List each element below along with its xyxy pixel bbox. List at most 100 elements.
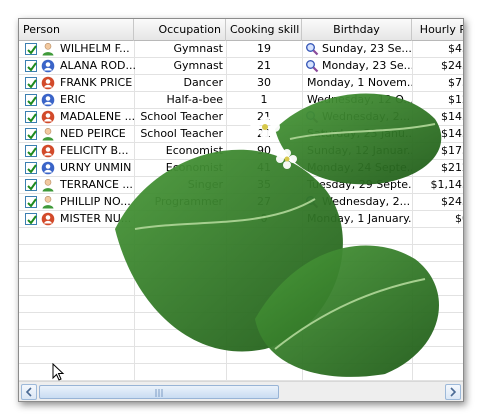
table-row[interactable]: WILHELM F...Gymnast19Sunday, 23 Se...$45 <box>19 41 463 58</box>
cell-birthday: Sunday, 12 Januar... <box>307 144 412 157</box>
mouse-cursor-icon <box>52 363 65 381</box>
row-checkbox[interactable] <box>25 196 37 208</box>
cell-hourly-rate: $0 <box>455 212 463 225</box>
checkmark-icon <box>27 215 37 225</box>
cell-occupation: Economist <box>165 144 223 157</box>
cell-cooking-skill: 35 <box>257 178 271 191</box>
person-green-icon <box>42 179 54 192</box>
column-header-person[interactable]: Person <box>19 19 134 41</box>
table-row[interactable]: PHILLIP NO... Programmer 27 Wednesday, 2...… <box>19 194 463 211</box>
person-red-icon <box>41 212 55 226</box>
column-header-hourly-rate[interactable]: Hourly R <box>412 19 463 41</box>
cell-occupation: Economist <box>165 161 223 174</box>
empty-row <box>19 262 463 279</box>
column-header-cooking-skill[interactable]: Cooking skill <box>226 19 302 41</box>
cell-occupation: Singer <box>187 178 223 191</box>
table-row[interactable]: ALANA ROD... Gymnast 21 Monday, 23 Se... $24… <box>19 58 463 75</box>
column-header-birthday[interactable]: Birthday <box>302 19 412 41</box>
row-checkbox[interactable] <box>25 162 37 174</box>
column-header-occupation[interactable]: Occupation <box>134 19 226 41</box>
person-blue-icon <box>41 93 55 107</box>
cell-birthday: Tuesday, 29 Septe... <box>307 178 412 191</box>
cell-occupation: Dancer <box>183 76 223 89</box>
cell-hourly-rate: $175 <box>441 144 463 157</box>
chevron-right-icon <box>450 387 457 397</box>
scrollbar-thumb[interactable] <box>39 385 279 399</box>
cell-occupation <box>134 211 226 227</box>
checkmark-icon <box>27 181 37 191</box>
cell-hourly-rate: $245 <box>441 59 463 72</box>
table-row[interactable]: FELICITY B... Economist 90 Sunday, 12 Janua… <box>19 143 463 160</box>
cell-cooking-skill: 0 <box>260 212 268 225</box>
cell-occupation: Half-a-bee <box>166 93 223 106</box>
cell-hourly-rate: $75 <box>448 76 463 89</box>
cell-birthday: Monday, 1 Novem... <box>307 76 412 89</box>
table-row[interactable]: NED PEIRCE School Teacher 21 Saturday, 23 J… <box>19 126 463 143</box>
empty-row <box>19 279 463 296</box>
cell-birthday: Monday, 1 January... <box>307 212 412 225</box>
checkmark-icon <box>27 198 37 208</box>
cell-birthday: Sunday, 23 Se... <box>322 42 412 55</box>
checkmark-icon <box>27 79 37 89</box>
scroll-left-button[interactable] <box>21 384 37 400</box>
cell-birthday: Wednesday, 12 O... <box>307 93 412 106</box>
person-red-icon <box>41 110 55 124</box>
horizontal-scrollbar[interactable] <box>19 381 463 401</box>
person-green-icon <box>42 128 54 141</box>
table-row[interactable]: ERICHalf-a-bee1Wednesday, 12 O...$12 <box>19 92 463 109</box>
row-checkbox[interactable] <box>25 94 37 106</box>
checkmark-icon <box>27 164 37 174</box>
cell-occupation: Gymnast <box>173 42 223 55</box>
person-red-icon <box>41 76 55 90</box>
empty-row <box>19 296 463 313</box>
row-checkbox[interactable] <box>25 128 37 140</box>
cell-cooking-skill: 21 <box>257 59 271 72</box>
cell-hourly-rate: $145 <box>441 127 463 140</box>
empty-row <box>19 347 463 364</box>
cell-cooking-skill: 21 <box>257 110 271 123</box>
table-row[interactable]: FRANK PRICEDancer30Monday, 1 Novem...$75 <box>19 75 463 92</box>
cell-cooking-skill: 27 <box>257 195 271 208</box>
object-list-view: Person Occupation Cooking skill Birthday… <box>18 18 464 402</box>
magnifier-icon <box>306 43 319 56</box>
scroll-right-button[interactable] <box>445 384 461 400</box>
cell-cooking-skill: 41 <box>257 161 271 174</box>
person-red-icon <box>41 144 55 158</box>
cell-cooking-skill: 90 <box>257 144 271 157</box>
row-checkbox[interactable] <box>25 179 37 191</box>
checkmark-icon <box>27 96 37 106</box>
empty-row <box>19 313 463 330</box>
checkmark-icon <box>27 62 37 72</box>
column-header-bar: Person Occupation Cooking skill Birthday… <box>19 19 463 41</box>
empty-row <box>19 245 463 262</box>
person-blue-icon <box>41 59 55 73</box>
checkmark-icon <box>27 147 37 157</box>
row-checkbox[interactable] <box>25 43 37 55</box>
cell-hourly-rate: $145 <box>441 110 463 123</box>
table-row[interactable]: MADALENE ... School Teacher 21 Wednesday, 2… <box>19 109 463 126</box>
table-row[interactable]: TERRANCE ... Singer 35 Tuesday, 29 Septe...… <box>19 177 463 194</box>
chevron-left-icon <box>25 387 32 397</box>
empty-row <box>19 228 463 245</box>
list-body: WILHELM F...Gymnast19Sunday, 23 Se...$45… <box>19 41 463 383</box>
checkmark-icon <box>27 45 37 55</box>
table-row[interactable]: MISTER NU...0Monday, 1 January...$0 <box>19 211 463 228</box>
cell-occupation: Gymnast <box>173 59 223 72</box>
cell-occupation: School Teacher <box>140 127 223 140</box>
row-checkbox[interactable] <box>25 111 37 123</box>
row-checkbox[interactable] <box>25 60 37 72</box>
magnifier-icon <box>306 196 319 209</box>
empty-row <box>19 364 463 381</box>
cell-birthday: Wednesday, 2... <box>322 110 411 123</box>
cell-hourly-rate: $12 <box>448 93 463 106</box>
cell-hourly-rate: $212 <box>441 161 463 174</box>
table-row[interactable]: URNY UNMIN Economist 41 Monday, 24 Septe...… <box>19 160 463 177</box>
cell-cooking-skill: 30 <box>257 76 271 89</box>
cell-hourly-rate: $45 <box>448 42 463 55</box>
row-checkbox[interactable] <box>25 145 37 157</box>
cell-occupation: Programmer <box>154 195 223 208</box>
cell-cooking-skill: 1 <box>260 93 268 106</box>
cell-cooking-skill: 19 <box>257 42 271 55</box>
row-checkbox[interactable] <box>25 77 37 89</box>
row-checkbox[interactable] <box>25 213 37 225</box>
